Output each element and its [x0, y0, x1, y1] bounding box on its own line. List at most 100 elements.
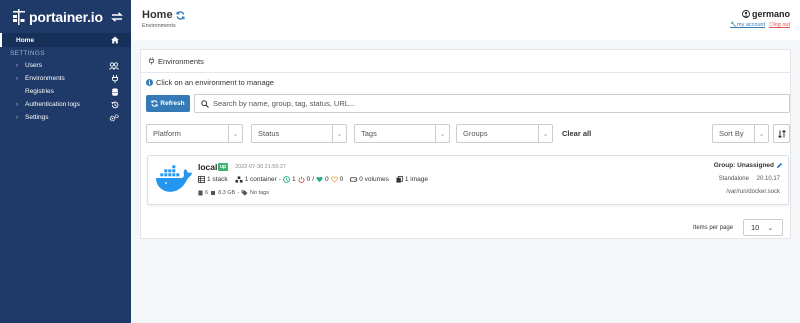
- sort-arrows-icon: [777, 129, 786, 138]
- wrench-icon: 🔧: [730, 22, 737, 28]
- stopped-count: 0: [339, 176, 344, 183]
- items-per-page-value: 10: [751, 223, 760, 232]
- memory-icon: [198, 190, 203, 196]
- chevron-down-icon: ⌄: [228, 125, 242, 142]
- sidebar-item-authentication-logs[interactable]: › Authentication logs: [0, 98, 131, 111]
- environment-hint: Click on an environment to manage: [146, 78, 274, 87]
- tags-filter-label: Tags: [361, 129, 377, 138]
- logo-text: portainer.io: [29, 8, 103, 25]
- refresh-icon: [151, 100, 159, 107]
- sidebar-header: portainer.io: [0, 0, 131, 33]
- running-count: 0: [325, 176, 329, 183]
- sidebar-item-settings[interactable]: › Settings: [0, 111, 131, 124]
- environment-timestamp: 2022-07-30 21:56:27: [235, 164, 287, 170]
- cogs-icon: [109, 113, 119, 121]
- search-input[interactable]: [213, 99, 773, 108]
- chevron-down-icon: ⌄: [538, 125, 552, 142]
- user-icon: [742, 10, 750, 18]
- portainer-crane-icon: [13, 8, 25, 25]
- chevron-right-icon: ›: [16, 62, 18, 69]
- environment-type: Standalone 20.10.17: [719, 176, 780, 182]
- chevron-down-icon: ⌄: [435, 125, 449, 142]
- portainer-logo[interactable]: portainer.io: [12, 8, 103, 25]
- environment-meta: 6 8.3 GB - No tags: [198, 190, 269, 196]
- docker-logo-icon: [156, 164, 192, 192]
- environment-card[interactable]: local up 2022-07-30 21:56:27 1 stack 1 c…: [147, 155, 789, 205]
- page-title-text: Home: [142, 9, 173, 21]
- healthy-count: 1: [291, 176, 296, 183]
- status-filter[interactable]: Status ⌄: [251, 124, 347, 143]
- cpu-count: 6: [205, 190, 209, 196]
- switch-view-icon[interactable]: [111, 11, 123, 22]
- unhealthy-count: 0: [306, 176, 311, 183]
- cubes-icon: [235, 176, 243, 183]
- page-title: Home: [142, 9, 185, 21]
- search-icon: [201, 99, 209, 108]
- chevron-right-icon: ›: [16, 114, 18, 121]
- history-icon: [111, 101, 119, 108]
- my-account-link[interactable]: 🔧my account: [730, 22, 765, 29]
- panel-heading: Environments: [141, 50, 790, 73]
- environment-name: local: [198, 162, 218, 172]
- refresh-label: Refresh: [160, 100, 185, 107]
- power-off-icon: [298, 176, 305, 183]
- heartbeat-healthy-icon: [283, 176, 290, 183]
- environment-url: /var/run/docker.sock: [726, 189, 780, 195]
- tags-text: No tags: [250, 190, 269, 196]
- refresh-icon[interactable]: [176, 10, 185, 20]
- environment-type-text: Standalone: [718, 176, 749, 182]
- sidebar-item-label: Environments: [25, 75, 65, 82]
- panel-title: Environments: [158, 56, 204, 66]
- my-account-text: my account: [737, 22, 766, 28]
- plug-icon: [148, 57, 155, 65]
- environment-group: Group: Unassigned: [714, 162, 783, 169]
- user-links: 🔧my account ⎋log out: [730, 22, 790, 29]
- sidebar-item-users[interactable]: › Users: [0, 59, 131, 72]
- sidebar: portainer.io Home SETTINGS › Users › Envir…: [0, 0, 131, 323]
- refresh-button[interactable]: Refresh: [146, 95, 190, 112]
- breadcrumb[interactable]: Environments: [142, 23, 176, 29]
- chevron-down-icon: ⌄: [332, 125, 346, 142]
- database-icon: [112, 87, 118, 96]
- sort-order-button[interactable]: [773, 124, 790, 143]
- chevron-down-icon: ⌄: [767, 224, 774, 232]
- section-heading-settings: SETTINGS: [10, 50, 45, 57]
- log-out-link[interactable]: ⎋log out: [769, 22, 790, 29]
- hint-text: Click on an environment to manage: [156, 78, 274, 87]
- images-count: 1 image: [404, 176, 428, 183]
- sidebar-item-label: Users: [25, 62, 42, 69]
- sidebar-item-environments[interactable]: › Environments: [0, 72, 131, 85]
- sidebar-item-home[interactable]: Home: [0, 33, 131, 47]
- groups-filter[interactable]: Groups ⌄: [456, 124, 553, 143]
- username: germano: [730, 9, 790, 19]
- memory-amount: 8.3 GB: [218, 190, 236, 196]
- edit-pencil-icon[interactable]: [776, 162, 783, 169]
- groups-filter-label: Groups: [463, 129, 488, 138]
- page-header: Home Environments germano 🔧my account ⎋l…: [131, 0, 800, 40]
- username-text: germano: [751, 9, 790, 19]
- status-badge: up: [218, 163, 229, 171]
- microchip-icon: [211, 191, 216, 195]
- sidebar-item-label: Registries: [25, 88, 54, 95]
- sidebar-item-registries[interactable]: Registries: [0, 85, 131, 98]
- volumes-count: 0 volumes: [359, 176, 389, 183]
- containers-count: 1 container: [244, 176, 277, 183]
- search-box[interactable]: [194, 94, 790, 113]
- group-text: Group: Unassigned: [713, 162, 774, 169]
- chevron-down-icon: ⌄: [754, 125, 768, 142]
- tags-filter[interactable]: Tags ⌄: [354, 124, 450, 143]
- info-circle-icon: [146, 79, 153, 86]
- sidebar-item-label: Home: [16, 36, 35, 44]
- home-icon: [111, 36, 119, 44]
- sort-by-select[interactable]: Sort By ⌄: [712, 124, 769, 143]
- platform-filter-label: Platform: [153, 129, 181, 138]
- user-menu: germano 🔧my account ⎋log out: [730, 9, 790, 29]
- environment-stats: 1 stack 1 container - 1 0 / 0 0 0 volume…: [198, 176, 428, 183]
- platform-filter[interactable]: Platform ⌄: [146, 124, 243, 143]
- status-filter-label: Status: [258, 129, 280, 138]
- heart-healthy-icon: [316, 176, 323, 183]
- clear-all-button[interactable]: Clear all: [562, 129, 591, 138]
- heart-unhealthy-icon: [330, 176, 338, 183]
- tags-icon: [241, 190, 248, 196]
- items-per-page-select[interactable]: 10 ⌄: [743, 219, 783, 236]
